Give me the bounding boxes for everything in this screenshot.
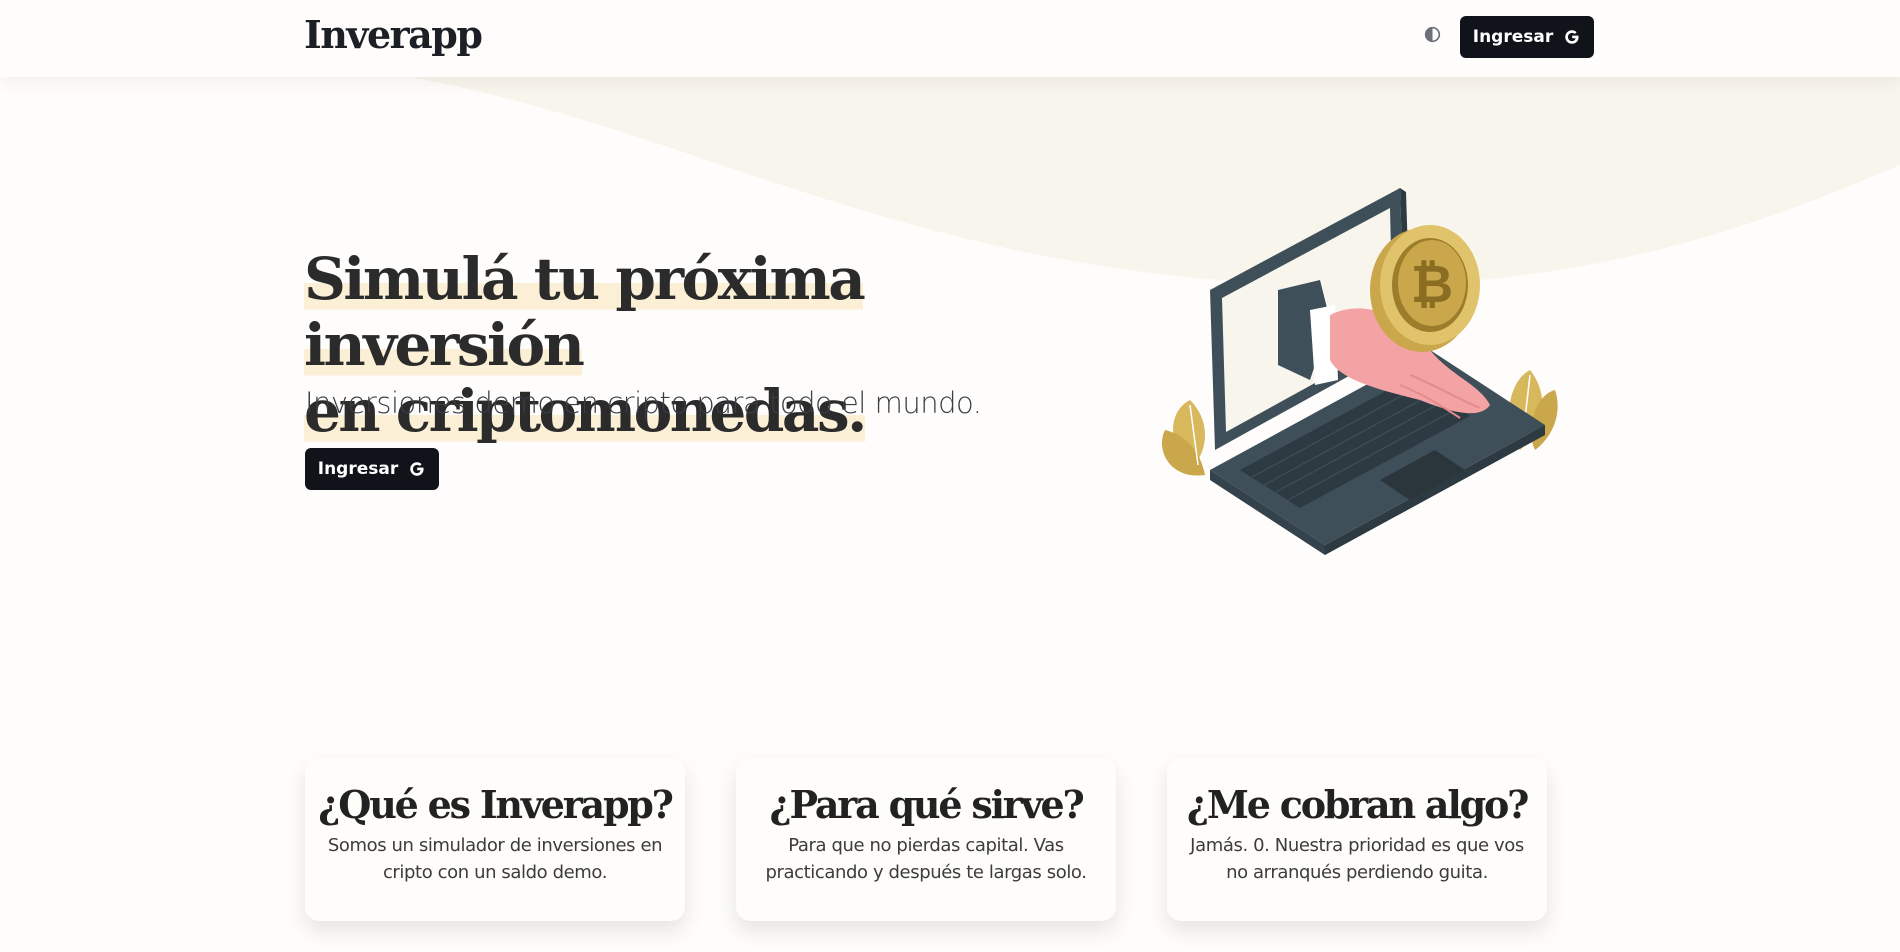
laptop-hand-bitcoin-illustration: ₿: [1161, 188, 1558, 555]
card-what-is: ¿Qué es Inverapp? Somos un simulador de …: [305, 758, 685, 921]
card-text: Para que no pierdas capital. Vas practic…: [765, 835, 1087, 883]
card-title: ¿Me cobran algo?: [1186, 782, 1530, 827]
card-title: ¿Qué es Inverapp?: [318, 782, 674, 827]
card-title: ¿Para qué sirve?: [769, 782, 1084, 827]
navbar: Inverapp Ingresar: [0, 0, 1900, 77]
card-pricing: ¿Me cobran algo? Jamás. 0. Nuestra prior…: [1167, 758, 1547, 921]
google-icon: [1565, 30, 1579, 44]
hero-title-line-1: Simulá tu próxima inversión: [304, 245, 866, 379]
login-button-label: Ingresar: [1472, 27, 1554, 47]
left-leaf-icon: [1161, 400, 1205, 476]
hero-subtitle: Inversiones demo en cripto para todo el …: [305, 386, 982, 420]
card-text: Somos un simulador de inversiones en cri…: [327, 835, 663, 883]
hero-login-button-label: Ingresar: [317, 459, 399, 479]
logo[interactable]: Inverapp: [304, 12, 483, 57]
google-icon: [410, 462, 424, 476]
card-text: Jamás. 0. Nuestra prioridad es que vos n…: [1190, 835, 1524, 883]
svg-text:₿: ₿: [1411, 255, 1453, 315]
login-button[interactable]: Ingresar: [1460, 16, 1594, 58]
hero-login-button[interactable]: Ingresar: [305, 448, 439, 490]
contrast-icon[interactable]: [1424, 26, 1441, 43]
card-what-for: ¿Para qué sirve? Para que no pierdas cap…: [736, 758, 1116, 921]
